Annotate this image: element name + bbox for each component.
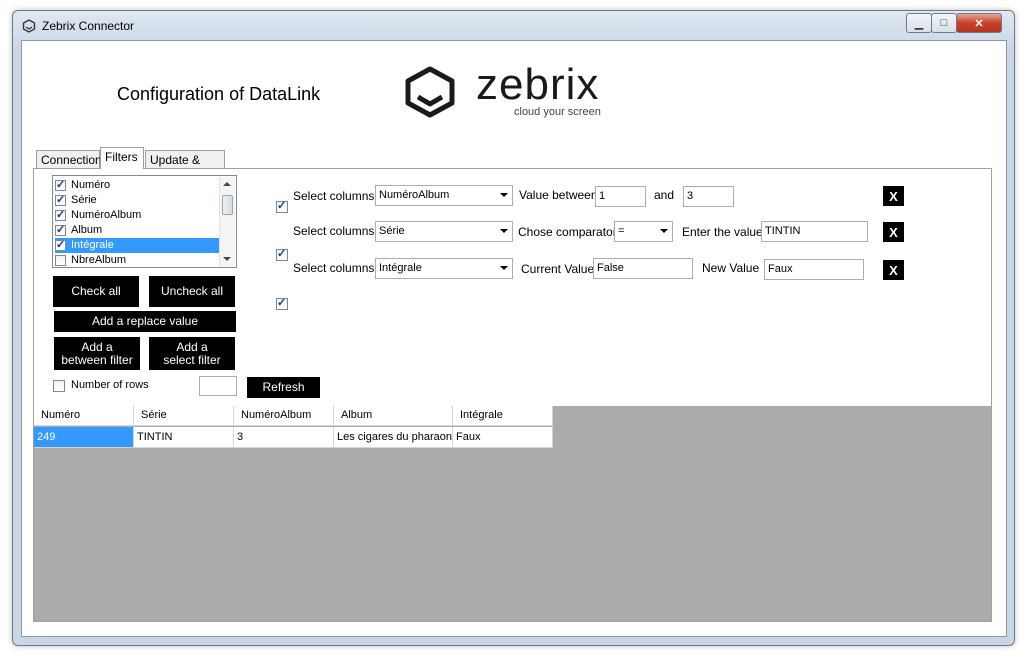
filter-2-column-dropdown[interactable]: Série	[375, 221, 513, 242]
page-title: Configuration of DataLink	[117, 84, 321, 104]
tab-connection[interactable]: Connection	[36, 150, 102, 168]
filter-1-label-b: and	[654, 188, 675, 202]
checkbox[interactable]	[55, 223, 66, 238]
checkbox[interactable]	[55, 208, 66, 223]
filter-1-label-a: Value between	[519, 188, 598, 202]
filter-2-checkbox[interactable]	[276, 247, 288, 261]
close-button[interactable]: ✕	[956, 13, 1002, 33]
checkbox[interactable]	[55, 255, 66, 266]
check-all-button[interactable]: Check all	[53, 276, 139, 307]
chevron-down-icon	[500, 229, 508, 233]
column-header-numero[interactable]: Numéro	[34, 406, 134, 426]
filter-3-label-b: New Value	[702, 261, 760, 275]
tab-update-save[interactable]: Update & Save	[145, 150, 225, 181]
scroll-up-icon[interactable]	[223, 182, 231, 186]
list-item[interactable]: Numéro	[55, 178, 219, 193]
data-grid[interactable]: Numéro Série NuméroAlbum Album Intégrale…	[34, 406, 991, 621]
column-header-serie[interactable]: Série	[134, 406, 234, 426]
table-cell[interactable]: Les cigares du pharaon	[334, 427, 453, 448]
chevron-down-icon	[500, 266, 508, 270]
refresh-button[interactable]: Refresh	[247, 377, 320, 398]
logo-tagline: cloud your screen	[514, 106, 601, 118]
add-select-filter-button[interactable]: Add a select filter	[149, 337, 235, 370]
filter-1-value-to[interactable]: 3	[683, 186, 734, 207]
chevron-down-icon	[660, 229, 668, 233]
checkbox[interactable]	[55, 178, 66, 193]
maximize-icon: □	[940, 17, 948, 29]
filter-1-checkbox[interactable]	[276, 199, 288, 213]
minimize-button[interactable]: ▁	[906, 13, 932, 33]
filter-2-label-a: Chose comparator	[518, 225, 617, 239]
close-icon: ✕	[974, 17, 984, 30]
column-header-numeroalbum[interactable]: NuméroAlbum	[234, 406, 334, 426]
list-item[interactable]: Série	[55, 193, 219, 208]
table-cell[interactable]: 249	[34, 427, 134, 448]
filter-2-value-input[interactable]: TINTIN	[761, 221, 868, 242]
add-replace-value-button[interactable]: Add a replace value	[54, 311, 236, 332]
filter-1-value-from[interactable]: 1	[595, 186, 646, 207]
filter-3-current-value[interactable]: False	[593, 258, 693, 279]
filter-2-select-label: Select columns	[293, 224, 375, 238]
list-item-selected[interactable]: Intégrale	[55, 238, 219, 253]
logo-wordmark: zebrix	[476, 60, 600, 109]
app-icon	[22, 19, 36, 33]
add-between-filter-button[interactable]: Add a between filter	[54, 337, 140, 370]
number-of-rows-label: Number of rows	[71, 379, 149, 391]
uncheck-all-button[interactable]: Uncheck all	[149, 276, 235, 307]
chevron-down-icon	[500, 193, 508, 197]
filter-2-label-b: Enter the value	[682, 225, 763, 239]
checkbox[interactable]	[55, 193, 66, 208]
filter-3-new-value[interactable]: Faux	[764, 259, 864, 280]
filter-1-select-label: Select columns	[293, 189, 375, 203]
list-item[interactable]: Album	[55, 223, 219, 238]
list-item[interactable]: NuméroAlbum	[55, 208, 219, 223]
column-header-integrale[interactable]: Intégrale	[453, 406, 553, 426]
column-checklist[interactable]: Numéro Série NuméroAlbum Album Intégrale…	[52, 175, 237, 268]
number-of-rows-input[interactable]	[199, 376, 237, 396]
filter-3-select-label: Select columns	[293, 261, 375, 275]
filter-2-comparator-dropdown[interactable]: =	[614, 221, 673, 242]
tab-filters[interactable]: Filters	[100, 147, 144, 169]
scroll-thumb[interactable]	[222, 195, 233, 215]
table-cell[interactable]: Faux	[453, 427, 553, 448]
minimize-icon: ▁	[914, 17, 924, 30]
number-of-rows-checkbox[interactable]	[53, 380, 65, 392]
list-item[interactable]: NbreAlbum	[55, 253, 219, 267]
window-title: Zebrix Connector	[42, 19, 135, 33]
filter-1-remove-button[interactable]: X	[883, 186, 904, 206]
zebrix-logo-icon	[402, 64, 458, 120]
table-cell[interactable]: TINTIN	[134, 427, 234, 448]
filter-3-label-a: Current Value	[521, 262, 595, 276]
filter-3-column-dropdown[interactable]: Intégrale	[375, 258, 513, 279]
table-cell[interactable]: 3	[234, 427, 334, 448]
checkbox[interactable]	[55, 238, 66, 253]
column-header-album[interactable]: Album	[334, 406, 453, 426]
scroll-down-icon[interactable]	[223, 257, 231, 261]
filter-3-checkbox[interactable]	[276, 296, 288, 310]
vertical-scrollbar[interactable]	[219, 177, 235, 266]
filter-1-column-dropdown[interactable]: NuméroAlbum	[375, 185, 513, 206]
filter-3-remove-button[interactable]: X	[883, 260, 904, 280]
maximize-button[interactable]: □	[931, 13, 957, 33]
filter-2-remove-button[interactable]: X	[883, 222, 904, 242]
